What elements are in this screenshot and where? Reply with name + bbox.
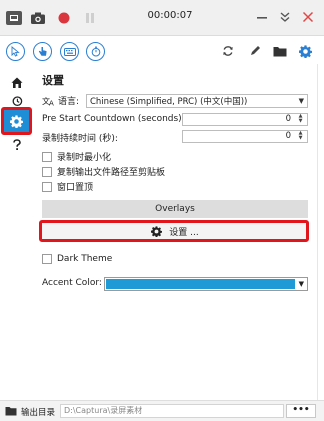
- browse-more-button[interactable]: •••: [286, 404, 316, 418]
- pencil-icon[interactable]: [247, 43, 263, 59]
- sidebar: [0, 64, 33, 400]
- sidebar-item-history[interactable]: [2, 90, 31, 112]
- checkbox-dark-theme[interactable]: Dark Theme: [42, 254, 112, 264]
- mouse-pointer-icon: [11, 46, 20, 57]
- pause-icon[interactable]: [82, 10, 98, 26]
- sidebar-item-help[interactable]: [2, 134, 31, 156]
- accent-color-label: Accent Color:: [42, 278, 102, 288]
- dark-theme-label: Dark Theme: [57, 254, 113, 264]
- clicks-toggle-button[interactable]: [33, 42, 52, 61]
- gear-icon[interactable]: [297, 43, 313, 59]
- record-button-icon[interactable]: [56, 10, 72, 26]
- overlays-section-header: Overlays: [42, 200, 308, 218]
- countdown-row: Pre Start Countdown (seconds):: [42, 114, 185, 124]
- countdown-spinner-icon[interactable]: ▲ ▼: [296, 114, 305, 125]
- duration-row: 录制持续时间 (秒):: [42, 131, 118, 144]
- minimize-icon[interactable]: [251, 6, 273, 28]
- keyboard-icon: [63, 47, 76, 56]
- language-value: Chinese (Simplified, PRC) (中文(中国)): [90, 97, 248, 107]
- chevron-down-icon: ▼: [298, 280, 304, 288]
- history-icon: [12, 96, 22, 107]
- language-label: 语言:: [58, 97, 80, 107]
- countdown-label: Pre Start Countdown (seconds):: [42, 114, 185, 124]
- title-bar: 00:00:07: [0, 0, 324, 36]
- duration-input[interactable]: 0 ▲ ▼: [182, 130, 308, 143]
- cursor-toggle-button[interactable]: [6, 42, 25, 61]
- overlays-label: Overlays: [155, 204, 195, 214]
- countdown-value: 0: [285, 114, 291, 124]
- duration-spinner-icon[interactable]: ▲ ▼: [296, 131, 305, 142]
- folder-icon[interactable]: [5, 406, 17, 416]
- language-row: 文A 语言:: [42, 94, 80, 108]
- sidebar-item-settings[interactable]: [2, 110, 31, 132]
- overlay-settings-button[interactable]: 设置 ...: [42, 221, 308, 241]
- collapse-chevron-icon[interactable]: [274, 6, 296, 28]
- stopwatch-icon: [91, 46, 100, 57]
- hand-pointer-icon: [38, 47, 47, 56]
- checkbox-box[interactable]: [42, 254, 52, 264]
- checkbox-label: 复制输出文件路径至剪贴板: [57, 168, 166, 178]
- checkbox-label: 窗口置顶: [57, 183, 94, 193]
- checkbox-label: 录制时最小化: [57, 153, 112, 163]
- duration-label: 录制持续时间 (秒):: [42, 134, 118, 144]
- recording-timer: 00:00:07: [147, 10, 193, 21]
- capture-toolbar: [0, 36, 324, 64]
- gear-icon: [151, 225, 163, 237]
- checkbox-box[interactable]: [42, 151, 52, 162]
- page-title: 设置: [42, 74, 64, 87]
- duration-value: 0: [285, 131, 291, 141]
- home-icon: [11, 77, 22, 88]
- translate-icon: 文A: [42, 96, 54, 106]
- output-folder-label: 输出目录: [21, 408, 56, 418]
- accent-color-row: Accent Color:: [42, 278, 102, 288]
- svg-text:A: A: [49, 99, 54, 106]
- help-question-icon: [12, 139, 21, 150]
- checkbox-box[interactable]: [42, 181, 52, 192]
- keystrokes-toggle-button[interactable]: [60, 42, 79, 61]
- countdown-input[interactable]: 0 ▲ ▼: [182, 113, 308, 126]
- accent-color-select[interactable]: ▼: [104, 277, 308, 291]
- accent-color-swatch: [106, 279, 295, 289]
- checkbox-topmost[interactable]: 窗口置顶: [42, 180, 93, 193]
- output-folder-bar: 输出目录 D:\Captura\录屏素材 •••: [0, 400, 324, 421]
- gear-icon: [10, 114, 23, 128]
- checkbox-box[interactable]: [42, 166, 52, 177]
- output-path-field[interactable]: D:\Captura\录屏素材: [60, 404, 284, 418]
- screenshot-camera-icon[interactable]: [30, 10, 46, 26]
- checkbox-copy-path[interactable]: 复制输出文件路径至剪贴板: [42, 165, 165, 178]
- refresh-icon[interactable]: [220, 43, 236, 59]
- overlay-settings-label: 设置 ...: [169, 227, 199, 238]
- folder-icon[interactable]: [272, 43, 288, 59]
- chevron-down-icon: ▼: [298, 97, 304, 105]
- checkbox-minimize[interactable]: 录制时最小化: [42, 150, 111, 163]
- right-divider: [317, 64, 318, 400]
- language-select[interactable]: Chinese (Simplified, PRC) (中文(中国)) ▼: [86, 94, 308, 108]
- elapsed-timer-toggle-button[interactable]: [86, 42, 105, 61]
- app-logo-icon: [6, 11, 22, 25]
- close-icon[interactable]: [297, 6, 319, 28]
